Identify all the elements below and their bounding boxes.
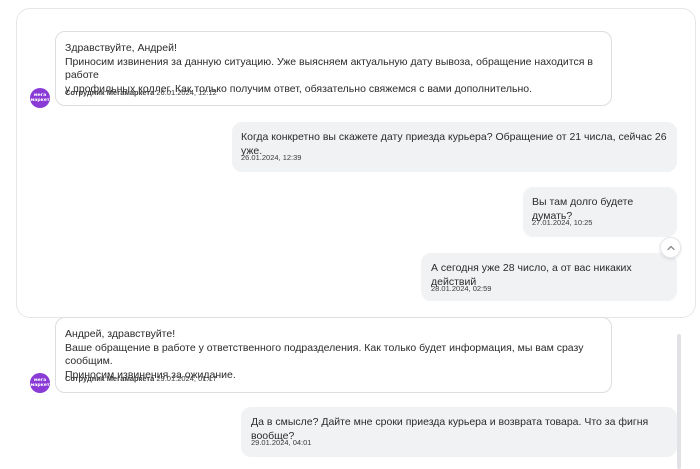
message-time: 29.01.2024, 01:17 <box>156 374 217 383</box>
message-time: 28.01.2024, 02:59 <box>431 284 492 293</box>
avatar-logo-text: маркет <box>30 383 50 388</box>
scrollbar[interactable] <box>677 334 681 469</box>
message-text: Да в смысле? Дайте мне сроки приезда кур… <box>251 416 649 442</box>
message-time: 29.01.2024, 04:01 <box>251 438 312 447</box>
message-time: 27.01.2024, 10:25 <box>532 218 593 227</box>
message-text: Когда конкретно вы скажете дату приезда … <box>241 131 667 157</box>
message-time: 26.01.2024, 12:39 <box>241 153 302 162</box>
incoming-message: Здравствуйте, Андрей! Приносим извинения… <box>55 31 612 106</box>
message-sender: Сотрудник Мегамаркета <box>65 374 155 383</box>
chevron-up-icon <box>666 245 675 250</box>
message-meta: Сотрудник Мегамаркета 26.01.2024, 12:12 <box>65 88 217 97</box>
message-meta: Сотрудник Мегамаркета 29.01.2024, 01:17 <box>65 374 217 383</box>
message-time: 26.01.2024, 12:12 <box>156 88 217 97</box>
outgoing-message: А сегодня уже 28 число, а от вас никаких… <box>421 253 677 301</box>
support-avatar: мега маркет <box>30 373 50 393</box>
scroll-up-button[interactable] <box>660 237 681 258</box>
chat-view: мега маркет Здравствуйте, Андрей! Принос… <box>0 0 700 469</box>
incoming-message: Андрей, здравствуйте! Ваше обращение в р… <box>55 317 612 393</box>
outgoing-message: Да в смысле? Дайте мне сроки приезда кур… <box>241 407 677 457</box>
message-sender: Сотрудник Мегамаркета <box>65 88 155 97</box>
outgoing-message: Вы там долго будете думать? 27.01.2024, … <box>523 187 677 237</box>
outgoing-message: Когда конкретно вы скажете дату приезда … <box>232 122 677 172</box>
support-avatar: мега маркет <box>30 88 50 108</box>
avatar-logo-text: маркет <box>30 98 50 103</box>
